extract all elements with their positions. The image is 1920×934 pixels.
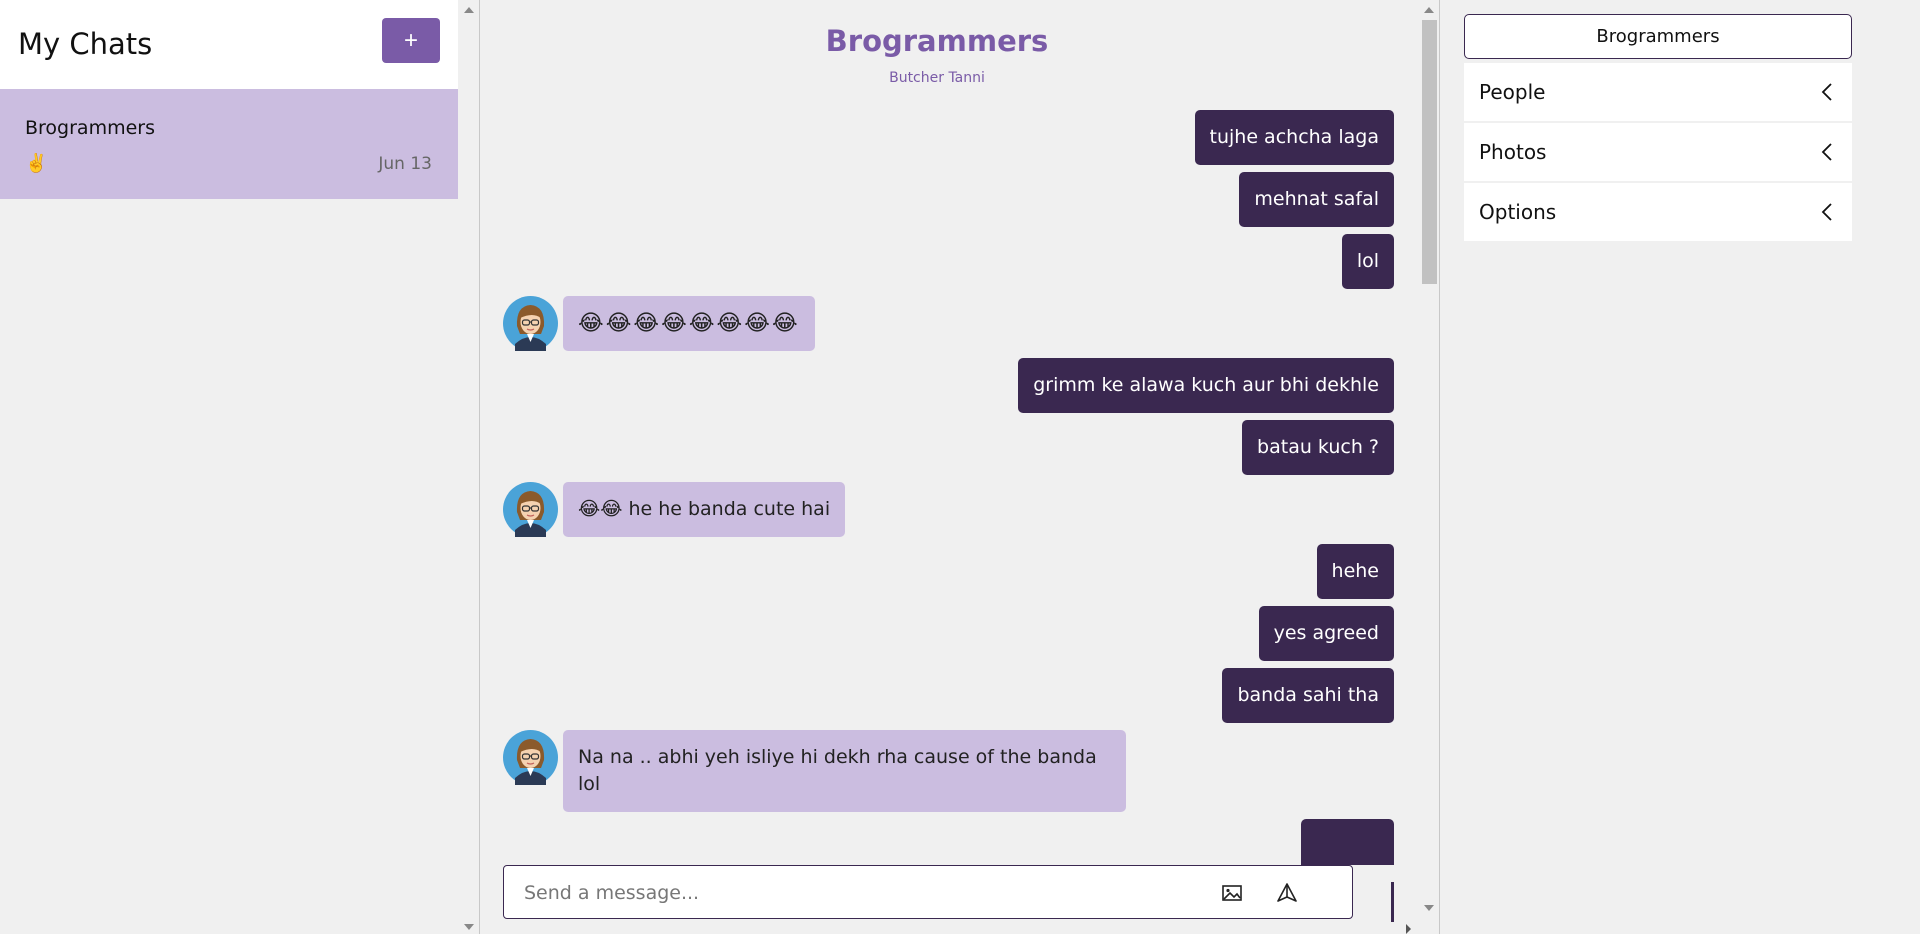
- scroll-up-arrow-icon[interactable]: [1424, 7, 1434, 13]
- accordion-photos[interactable]: Photos: [1464, 123, 1852, 181]
- message-outgoing-partial: [1301, 819, 1394, 865]
- accordion-label: Options: [1479, 200, 1557, 224]
- accordion-label: Photos: [1479, 140, 1547, 164]
- message-incoming: 😂😂 he he banda cute hai: [563, 482, 846, 537]
- message-outgoing: mehnat safal: [1239, 172, 1394, 227]
- avatar-woman-icon: [503, 296, 558, 351]
- group-name-header: Brogrammers: [1464, 14, 1852, 59]
- chat-item-preview: ✌️: [25, 153, 48, 174]
- scroll-down-arrow-icon[interactable]: [464, 924, 474, 930]
- chat-item-date: Jun 13: [378, 154, 432, 174]
- message-outgoing: yes agreed: [1258, 606, 1394, 661]
- avatar-woman-icon: [503, 482, 558, 537]
- image-icon[interactable]: [1219, 880, 1245, 906]
- plus-icon: +: [403, 26, 418, 54]
- chat-list-item-brogrammers[interactable]: Brogrammers ✌️ Jun 13: [0, 89, 458, 199]
- chat-list-scrollbar[interactable]: [458, 0, 480, 934]
- conversation-subtitle: Butcher Tanni: [889, 70, 985, 86]
- accordion-people[interactable]: People: [1464, 63, 1852, 121]
- message-incoming: Na na .. abhi yeh isliye hi dekh rha cau…: [563, 730, 1126, 812]
- message-outgoing: batau kuch ?: [1242, 420, 1394, 475]
- conversation-scrollbar-thumb[interactable]: [1422, 20, 1437, 284]
- chat-item-name: Brogrammers: [25, 117, 155, 139]
- conversation-panel: Brogrammers Butcher Tanni tujhe achcha l…: [480, 0, 1440, 934]
- chat-list-panel: My Chats + Brogrammers ✌️ Jun 13: [0, 0, 480, 934]
- chat-list-header: My Chats +: [0, 0, 458, 89]
- message-composer: [503, 865, 1353, 919]
- accordion-label: People: [1479, 80, 1546, 104]
- message-outgoing-partial-edge: [1391, 882, 1394, 922]
- avatar-woman-icon: [503, 730, 558, 785]
- chat-details-panel: Brogrammers People Photos Options: [1441, 0, 1920, 934]
- accordion-options[interactable]: Options: [1464, 183, 1852, 241]
- message-outgoing: grimm ke alawa kuch aur bhi dekhle: [1018, 358, 1394, 413]
- send-icon[interactable]: [1274, 880, 1300, 906]
- chevron-left-icon: [1821, 203, 1832, 221]
- message-outgoing: banda sahi tha: [1222, 668, 1394, 723]
- conversation-title: Brogrammers: [825, 24, 1049, 58]
- message-outgoing: tujhe achcha laga: [1194, 110, 1394, 165]
- scroll-right-arrow-icon[interactable]: [1406, 924, 1411, 934]
- message-input[interactable]: [524, 878, 1204, 908]
- group-name: Brogrammers: [1596, 26, 1720, 47]
- message-outgoing: hehe: [1316, 544, 1394, 599]
- chat-list-container: My Chats + Brogrammers ✌️ Jun 13: [0, 0, 458, 934]
- chat-list-title: My Chats: [18, 27, 153, 61]
- chevron-left-icon: [1821, 143, 1832, 161]
- new-chat-button[interactable]: +: [382, 18, 440, 63]
- chevron-left-icon: [1821, 83, 1832, 101]
- message-incoming: 😂😂😂😂😂😂😂😂: [563, 296, 815, 351]
- scroll-up-arrow-icon[interactable]: [464, 7, 474, 13]
- scroll-down-arrow-icon[interactable]: [1424, 905, 1434, 911]
- message-outgoing: lol: [1341, 234, 1394, 289]
